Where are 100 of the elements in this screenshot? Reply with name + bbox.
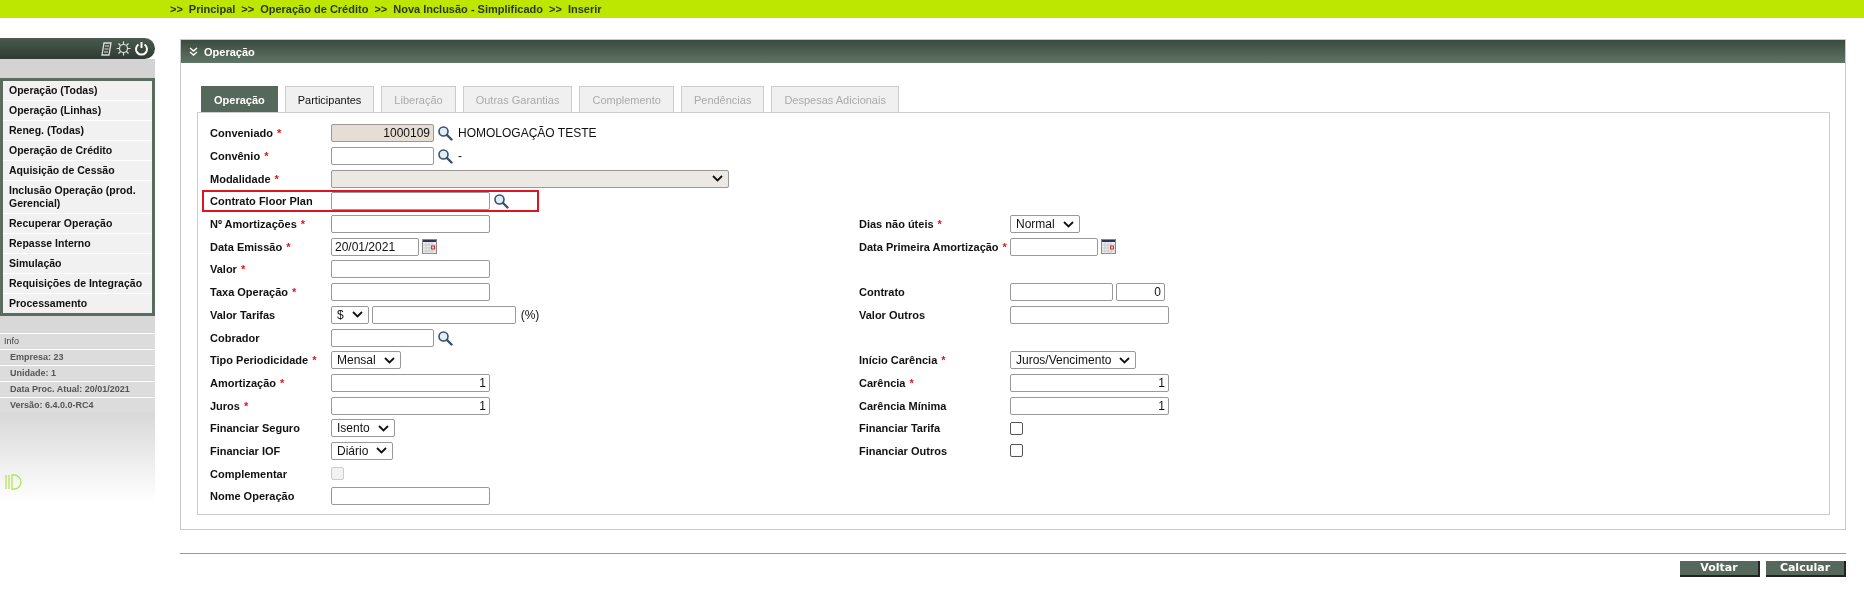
settings-icon[interactable] — [116, 41, 131, 56]
menu-item[interactable]: Operação de Crédito — [3, 141, 152, 160]
field-label: Carência Mínima — [859, 399, 947, 412]
field-label: Financiar IOF — [210, 444, 281, 457]
required-mark: * — [240, 263, 246, 276]
field-label: Cobrador — [210, 331, 260, 344]
input-field[interactable]: 1 — [1010, 396, 1169, 415]
power-icon[interactable] — [134, 41, 149, 56]
field-label: Nome Operação — [210, 490, 295, 503]
search-icon[interactable] — [493, 193, 509, 210]
menu-item[interactable]: Recuperar Operação — [3, 214, 152, 233]
select-field[interactable]: $ — [331, 305, 369, 324]
double-chevron-icon[interactable] — [189, 47, 198, 56]
input-field[interactable] — [1010, 283, 1113, 302]
required-mark: * — [312, 354, 317, 367]
input-field[interactable] — [331, 283, 490, 302]
input-field[interactable]: 1 — [331, 396, 490, 415]
input-field[interactable]: 1000109 — [331, 124, 434, 143]
action-button[interactable]: Calcular — [1766, 560, 1846, 577]
input-field[interactable] — [331, 192, 490, 211]
field-label: Data Primeira Amortização — [859, 240, 999, 253]
breadcrumb-separator: >> — [549, 3, 562, 15]
chevron-down-icon — [712, 175, 723, 183]
field-text: (%) — [520, 307, 540, 322]
input-field[interactable] — [331, 215, 490, 234]
select-field[interactable]: Diário — [331, 441, 394, 460]
input-field[interactable] — [331, 487, 490, 506]
field-label: Carência — [859, 376, 906, 389]
breadcrumb-link[interactable]: Inserir — [567, 3, 602, 15]
menu-item[interactable]: Simulação — [3, 254, 152, 273]
select-field[interactable]: Isento — [331, 419, 395, 438]
calendar-icon[interactable] — [422, 239, 437, 255]
menu-item[interactable]: Reneg. (Todas) — [3, 121, 152, 140]
field-label: Valor Outros — [859, 308, 926, 321]
select-field[interactable]: Juros/Vencimento — [1010, 351, 1137, 370]
required-mark: * — [937, 218, 942, 231]
calendar-icon[interactable] — [1101, 239, 1116, 255]
input-field[interactable] — [1010, 305, 1169, 324]
menu-item[interactable]: Repasse Interno — [3, 234, 152, 253]
required-mark: * — [941, 354, 946, 367]
field-label: Valor Tarifas — [210, 308, 276, 321]
field-label: Juros — [210, 399, 240, 412]
breadcrumb-separator: >> — [374, 3, 388, 15]
breadcrumb-separator: >> — [241, 3, 255, 15]
checkbox[interactable] — [1010, 444, 1023, 458]
select-field[interactable]: Mensal — [331, 351, 401, 370]
required-mark: * — [274, 172, 279, 185]
logo-icon — [4, 472, 22, 492]
breadcrumb-link[interactable]: Operação de Crédito — [260, 3, 369, 15]
input-field[interactable] — [331, 147, 434, 166]
tab[interactable]: Operação — [201, 86, 278, 112]
required-mark: * — [264, 150, 269, 163]
field-label: Nº Amortizações — [210, 218, 297, 231]
search-icon[interactable] — [437, 148, 453, 165]
input-field[interactable]: 20/01/2021 — [331, 237, 419, 256]
field-label: Convênio — [210, 150, 261, 163]
required-mark: * — [276, 127, 282, 140]
action-button[interactable]: Voltar — [1680, 560, 1760, 577]
required-mark: * — [909, 376, 914, 389]
input-field[interactable]: 1 — [1010, 373, 1169, 392]
menu-item[interactable]: Operação (Linhas) — [3, 101, 152, 120]
input-field[interactable]: 1 — [331, 373, 490, 392]
checkbox[interactable] — [1010, 421, 1023, 435]
required-mark: * — [1002, 240, 1007, 253]
field-label: Conveniado — [210, 127, 273, 140]
menu-item[interactable]: Operação (Todas) — [3, 81, 152, 100]
menu-item[interactable]: Inclusão Operação (prod. Gerencial) — [3, 181, 152, 213]
input-field[interactable] — [371, 305, 516, 324]
field-label: Financiar Tarifa — [859, 422, 941, 435]
field-label: Financiar Outros — [859, 444, 948, 457]
input-field[interactable] — [331, 328, 434, 347]
field-label: Complementar — [210, 467, 288, 480]
chevron-down-icon — [1062, 220, 1074, 228]
menu-item[interactable]: Aquisição de Cessão — [3, 161, 152, 180]
chevron-down-icon — [377, 424, 389, 432]
input-field[interactable]: 0 — [1116, 283, 1165, 302]
breadcrumb-link[interactable]: Principal — [188, 3, 236, 15]
search-icon[interactable] — [437, 329, 453, 346]
field-label: Amortização — [210, 376, 277, 389]
breadcrumb-link[interactable]: Nova Inclusão - Simplificado — [393, 3, 543, 15]
chevron-down-icon — [376, 447, 388, 455]
tab[interactable]: Participantes — [284, 86, 375, 112]
required-mark: * — [292, 286, 297, 299]
field-label: Financiar Seguro — [210, 422, 300, 435]
info-item: Data Proc. Atual: 20/01/2021 — [0, 381, 155, 396]
chevron-down-icon — [351, 311, 363, 319]
field-label: Valor — [210, 263, 237, 276]
chevron-down-icon — [383, 356, 395, 364]
field-label: Contrato Floor Plan — [210, 195, 313, 208]
chevron-down-icon — [1119, 356, 1131, 364]
field-label: Modalidade — [210, 172, 271, 185]
info-item: Empresa: 23 — [0, 349, 155, 364]
menu-item[interactable]: Requisições de Integração — [3, 274, 152, 293]
search-icon[interactable] — [437, 125, 453, 142]
input-field[interactable] — [331, 260, 490, 279]
select-field[interactable]: Normal — [1010, 215, 1080, 234]
input-field[interactable] — [1010, 237, 1098, 256]
panel-title: Operação — [204, 45, 255, 58]
document-icon[interactable] — [101, 41, 113, 56]
menu-item[interactable]: Processamento — [3, 294, 152, 313]
